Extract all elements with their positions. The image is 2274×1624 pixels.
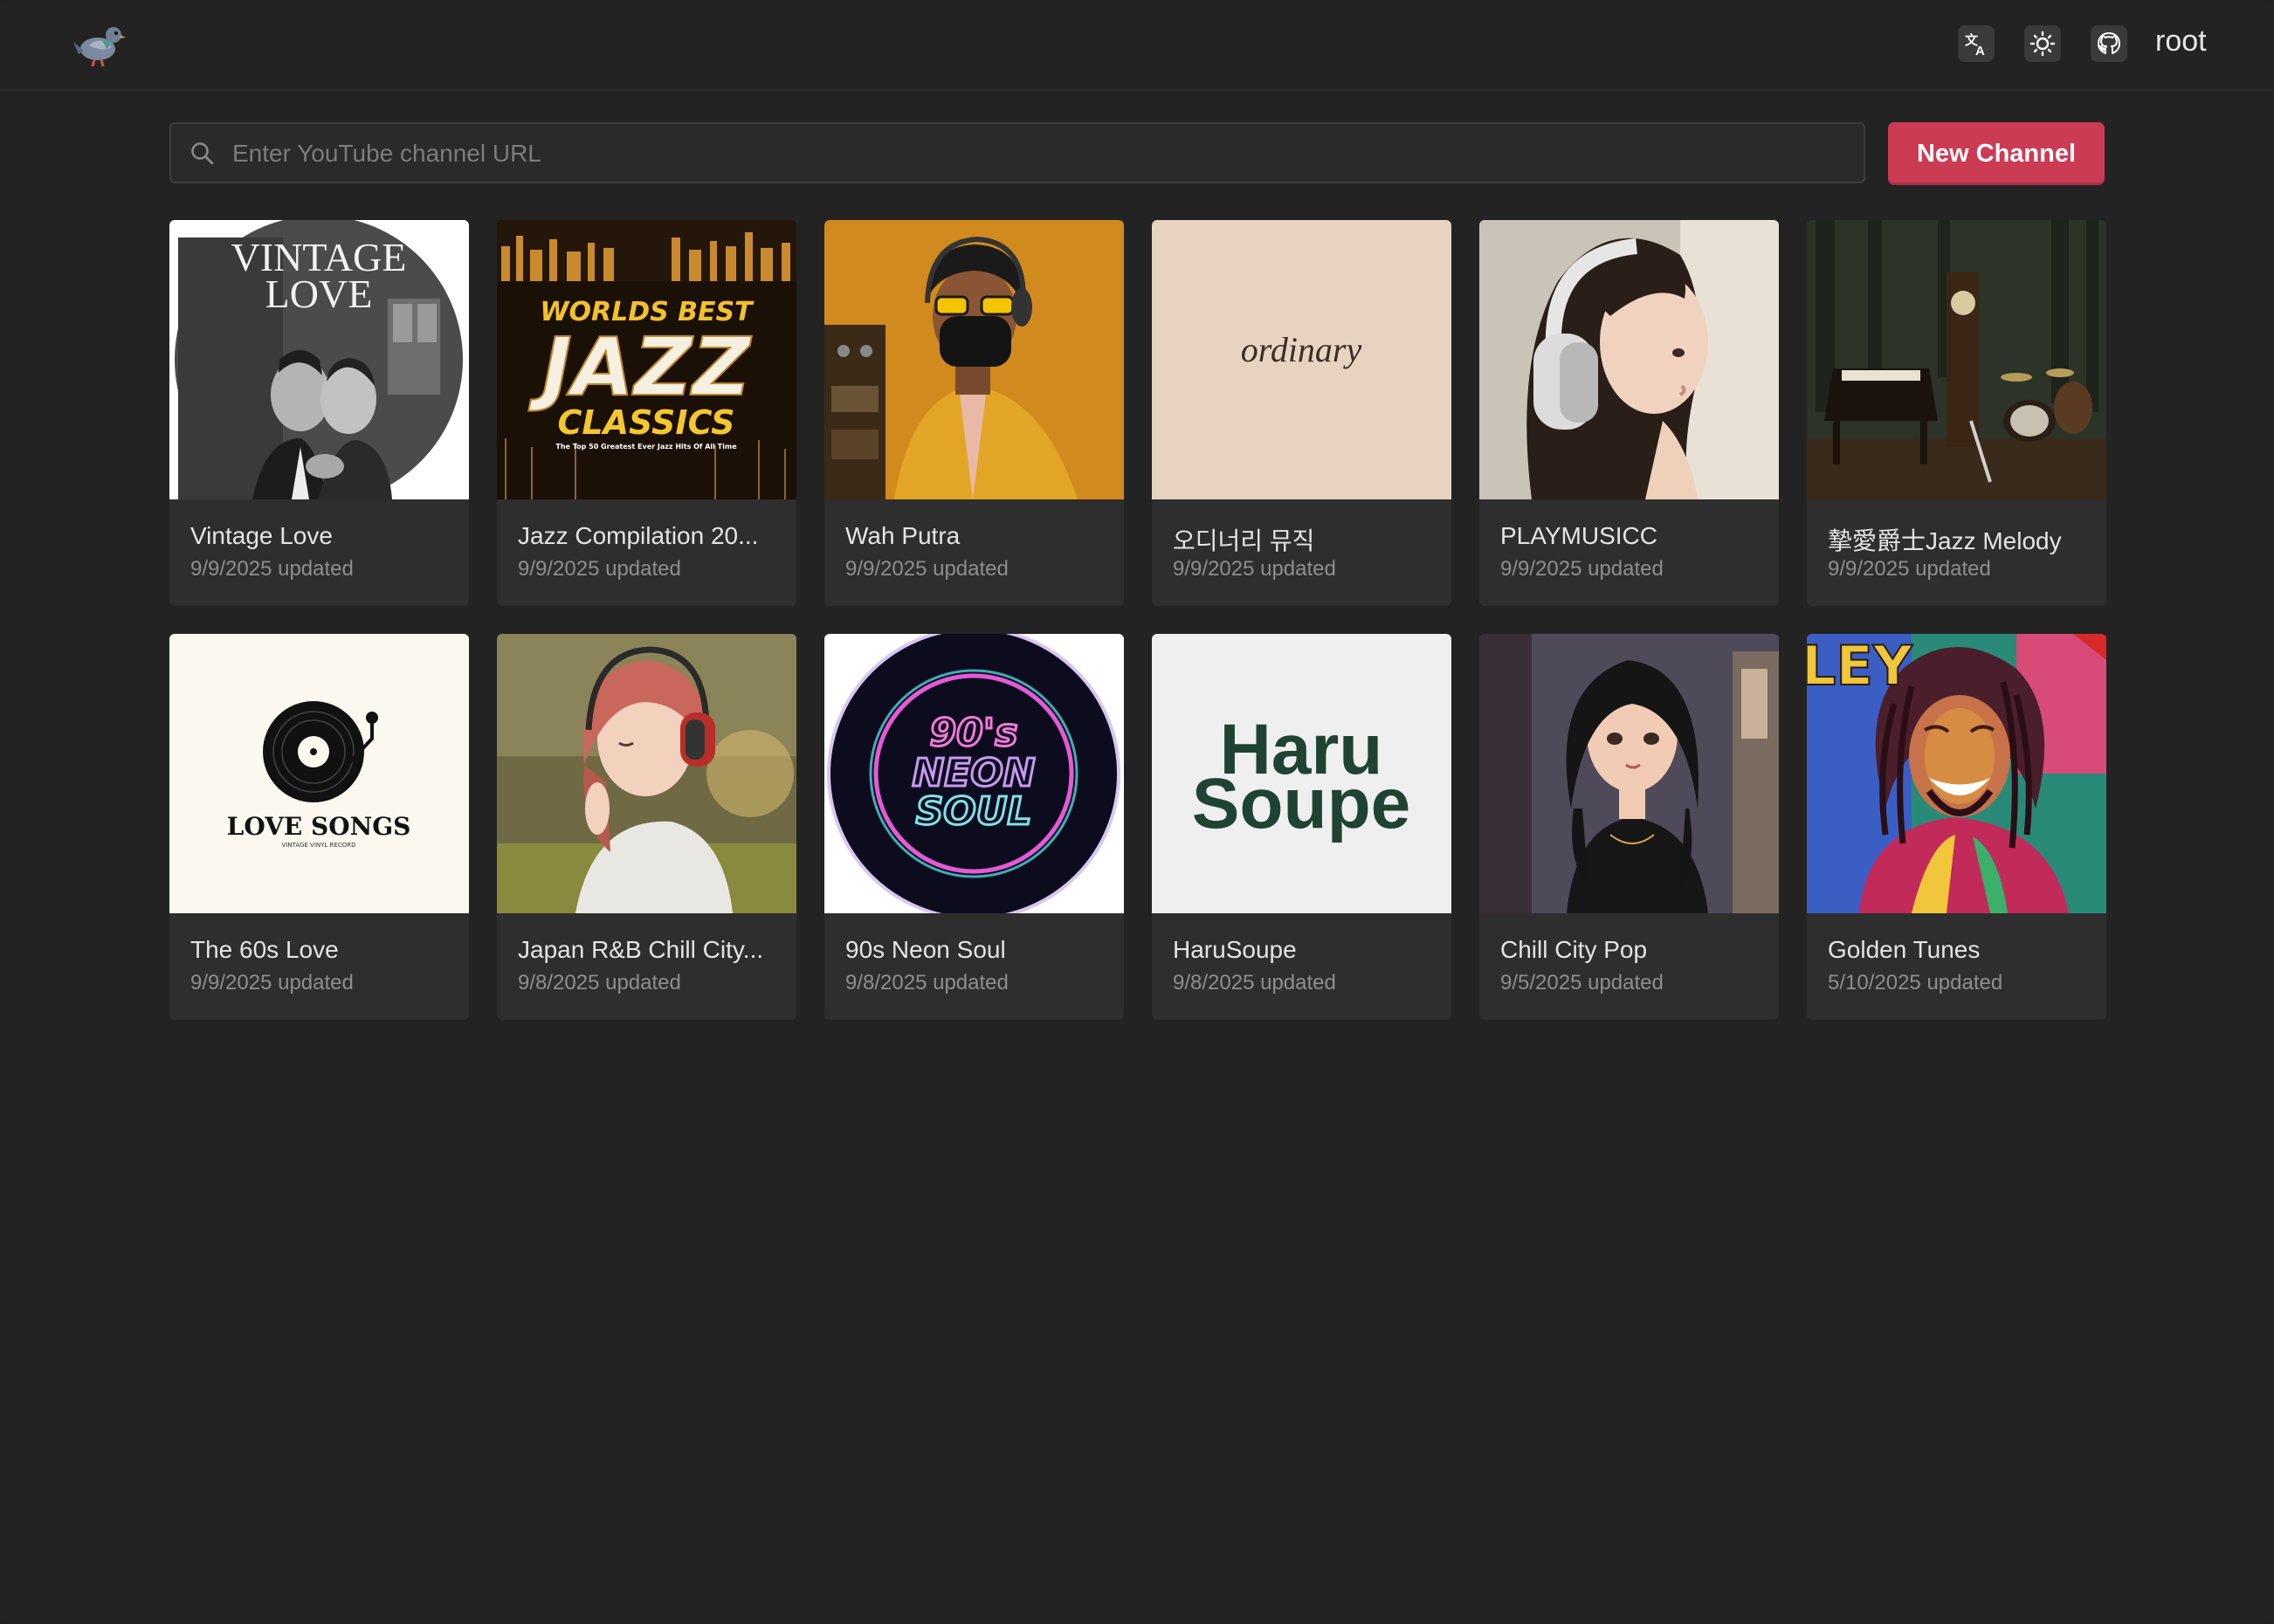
channel-thumbnail xyxy=(1807,220,2106,499)
channel-title: Chill City Pop xyxy=(1500,936,1648,963)
github-icon[interactable] xyxy=(2091,25,2127,62)
channel-title: 오디너리 뮤직 xyxy=(1173,527,1315,554)
channel-card[interactable]: VINTAGE LOVE Vintage Love 9/9/2025 updat… xyxy=(169,220,469,606)
art-text: CLASSICS xyxy=(558,403,735,442)
github-glyph xyxy=(2098,32,2120,54)
wah-putra-art xyxy=(824,220,1124,499)
art-text: SOUL xyxy=(916,789,1032,834)
neon-soul-art: 90's NEON SOUL xyxy=(824,634,1124,913)
channel-title: Wah Putra xyxy=(845,522,961,549)
art-text: LOVE SONGS xyxy=(227,812,411,841)
art-text: Soupe xyxy=(1192,764,1411,843)
channel-title: Golden Tunes xyxy=(1828,936,1981,963)
sun-glyph xyxy=(2029,31,2056,57)
love-songs-art: LOVE SONGS VINTAGE VINYL RECORD xyxy=(169,634,469,913)
translate-icon[interactable]: 文 A xyxy=(1958,25,1995,62)
channel-title: Japan R&B Chill City... xyxy=(518,936,764,963)
channel-thumbnail xyxy=(1479,634,1779,913)
channel-updated: 9/9/2025 updated xyxy=(190,557,354,581)
channel-card[interactable]: PLAYMUSICC 9/9/2025 updated xyxy=(1479,220,1779,606)
golden-tunes-art: LEY xyxy=(1807,634,2106,913)
harusoupe-art: Haru Soupe xyxy=(1152,634,1451,913)
channel-url-search[interactable] xyxy=(169,122,1865,183)
channel-card[interactable]: LEY Golden Tunes 5/10/2025 updated xyxy=(1807,634,2106,1020)
channel-card[interactable]: 摯愛爵士Jazz Melody 9/9/2025 updated xyxy=(1807,220,2106,606)
channel-card[interactable]: Haru Soupe HaruSoupe 9/8/2025 updated xyxy=(1152,634,1451,1020)
channel-thumbnail: 90's NEON SOUL xyxy=(824,634,1124,913)
art-text: ordinary xyxy=(1241,330,1362,369)
chill-city-pop-art xyxy=(1479,634,1779,913)
channel-thumbnail: ordinary xyxy=(1152,220,1451,499)
jazz-classics-art: WORLDS BEST JAZZ CLASSICS The Top 50 Gre… xyxy=(497,220,796,499)
pigeon-logo-icon[interactable] xyxy=(72,16,127,70)
channel-thumbnail xyxy=(1479,220,1779,499)
channel-updated: 9/9/2025 updated xyxy=(1173,557,1336,581)
new-channel-button[interactable]: New Channel xyxy=(1888,122,2105,185)
channel-title: PLAYMUSICC xyxy=(1500,522,1657,549)
sun-icon[interactable] xyxy=(2024,25,2061,62)
channel-thumbnail: WORLDS BEST JAZZ CLASSICS The Top 50 Gre… xyxy=(497,220,796,499)
art-text: LEY xyxy=(1807,634,1913,698)
japan-rnb-art xyxy=(497,634,796,913)
art-text: VINTAGE VINYL RECORD xyxy=(282,842,356,849)
channel-title: 摯愛爵士Jazz Melody xyxy=(1828,527,2062,554)
channel-updated: 9/8/2025 updated xyxy=(845,971,1009,994)
channel-updated: 9/9/2025 updated xyxy=(1500,557,1664,581)
channel-updated: 9/9/2025 updated xyxy=(1828,557,1991,581)
channel-title: The 60s Love xyxy=(190,936,339,963)
channel-updated: 9/8/2025 updated xyxy=(518,971,681,994)
channel-updated: 9/9/2025 updated xyxy=(190,971,354,994)
channel-card[interactable]: ordinary 오디너리 뮤직 9/9/2025 updated xyxy=(1152,220,1451,606)
channel-title: HaruSoupe xyxy=(1173,936,1297,963)
channel-card[interactable]: Chill City Pop 9/5/2025 updated xyxy=(1479,634,1779,1020)
channel-title: Jazz Compilation 20... xyxy=(518,522,759,549)
channel-thumbnail: Haru Soupe xyxy=(1152,634,1451,913)
top-bar: 文 A root xyxy=(0,0,2274,91)
jazz-melody-art xyxy=(1807,220,2106,499)
channel-thumbnail: LOVE SONGS VINTAGE VINYL RECORD xyxy=(169,634,469,913)
vintage-love-art: VINTAGE LOVE xyxy=(169,220,469,499)
channel-updated: 9/5/2025 updated xyxy=(1500,971,1664,994)
channel-title: 90s Neon Soul xyxy=(845,936,1006,963)
channel-card[interactable]: LOVE SONGS VINTAGE VINYL RECORD The 60s … xyxy=(169,634,469,1020)
channel-url-input[interactable] xyxy=(231,124,1850,183)
channel-updated: 9/8/2025 updated xyxy=(1173,971,1336,994)
app-window: 文 A root Enter YouTube channel URL New C… xyxy=(0,0,2274,1624)
channel-updated: 5/10/2025 updated xyxy=(1828,971,2003,994)
channel-updated: 9/9/2025 updated xyxy=(518,557,681,581)
user-menu[interactable]: root xyxy=(2155,24,2207,58)
channel-thumbnail xyxy=(824,220,1124,499)
channel-card[interactable]: 90's NEON SOUL 90s Neon Soul 9/8/2025 up… xyxy=(824,634,1124,1020)
translate-glyph: 文 A xyxy=(1965,32,1985,57)
art-text: JAZZ xyxy=(528,320,753,414)
channel-card[interactable]: WORLDS BEST JAZZ CLASSICS The Top 50 Gre… xyxy=(497,220,796,606)
art-text: 90's xyxy=(930,711,1018,755)
channel-card[interactable]: Wah Putra 9/9/2025 updated xyxy=(824,220,1124,606)
playmusicc-art xyxy=(1479,220,1779,499)
channel-thumbnail xyxy=(497,634,796,913)
svg-text:A: A xyxy=(1975,44,1985,57)
search-icon xyxy=(191,142,214,165)
art-text: The Top 50 Greatest Ever Jazz Hits Of Al… xyxy=(555,443,737,451)
ordinary-art: ordinary xyxy=(1152,220,1451,499)
art-text: LOVE xyxy=(265,272,373,316)
channel-thumbnail: LEY xyxy=(1807,634,2106,913)
channel-updated: 9/9/2025 updated xyxy=(845,557,1009,581)
channel-title: Vintage Love xyxy=(190,522,333,549)
channel-thumbnail: VINTAGE LOVE xyxy=(169,220,469,499)
channel-card[interactable]: Japan R&B Chill City... 9/8/2025 updated xyxy=(497,634,796,1020)
